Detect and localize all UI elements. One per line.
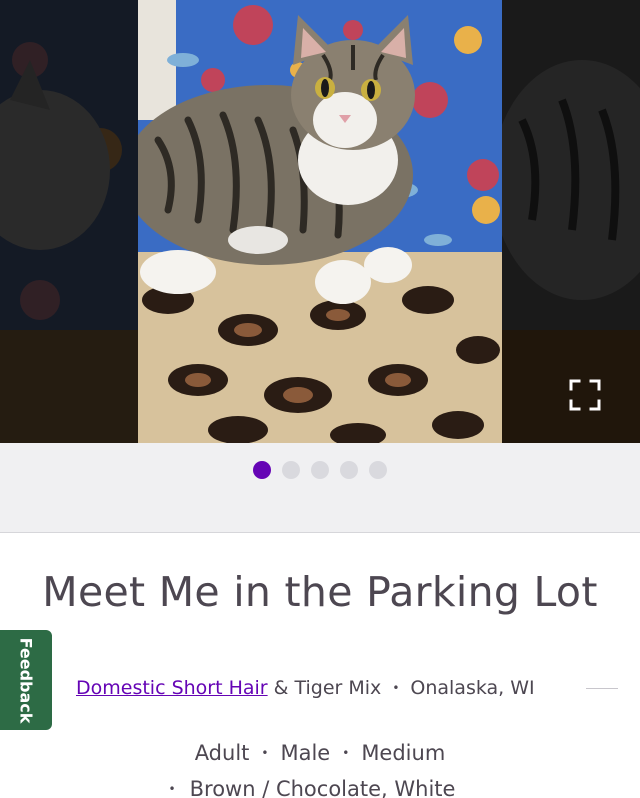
expand-icon xyxy=(569,379,601,411)
pagination-dot[interactable] xyxy=(282,461,300,479)
separator-dot: • xyxy=(342,746,350,760)
age: Adult xyxy=(194,741,250,765)
photo-carousel[interactable] xyxy=(0,0,640,443)
feedback-tab[interactable]: Feedback xyxy=(0,630,52,730)
breed-secondary: & Tiger Mix xyxy=(273,677,382,699)
coat-colors: Brown / Chocolate, White xyxy=(189,777,456,798)
separator-dot: • xyxy=(392,681,400,695)
breed-link[interactable]: Domestic Short Hair xyxy=(76,677,268,699)
separator-dot: • xyxy=(261,746,269,760)
pagination-dot[interactable] xyxy=(311,461,329,479)
divider-line xyxy=(586,688,618,689)
fullscreen-button[interactable] xyxy=(568,378,602,412)
pagination-dot-active[interactable] xyxy=(253,461,271,479)
pagination-dot[interactable] xyxy=(369,461,387,479)
pagination-dots xyxy=(0,461,640,479)
feedback-label: Feedback xyxy=(16,637,36,723)
size: Medium xyxy=(361,741,446,765)
previous-photo[interactable] xyxy=(0,0,138,443)
breed-location-row: Domestic Short Hair & Tiger Mix • Onalas… xyxy=(76,675,535,701)
colors-row: • Brown / Chocolate, White xyxy=(0,777,640,798)
next-photo[interactable] xyxy=(502,0,640,443)
cat-photo[interactable] xyxy=(138,0,502,443)
pet-name-heading: Meet Me in the Parking Lot xyxy=(42,568,598,616)
location: Onalaska, WI xyxy=(410,677,535,699)
attributes-row: Adult • Male • Medium xyxy=(0,741,640,765)
separator-dot: • xyxy=(168,782,176,796)
sex: Male xyxy=(280,741,331,765)
carousel-pagination xyxy=(0,443,640,533)
pagination-dot[interactable] xyxy=(340,461,358,479)
